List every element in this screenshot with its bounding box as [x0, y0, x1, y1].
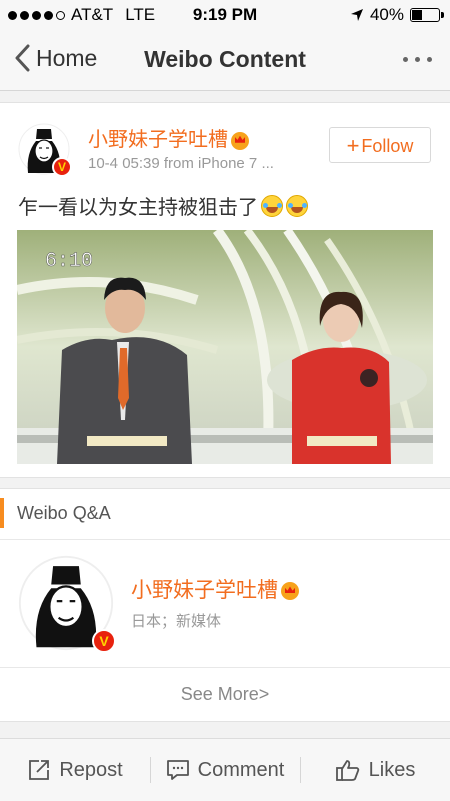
see-more-link[interactable]: See More>: [0, 667, 450, 721]
battery-icon: [410, 8, 444, 22]
laughing-emoji-icon: [286, 195, 308, 217]
status-bar: AT&T LTE 9:19 PM 40%: [0, 0, 450, 30]
laughing-emoji-icon: [261, 195, 283, 217]
qa-user-desc: 日本；新媒体: [131, 613, 222, 630]
qa-accent-bar: [0, 498, 4, 528]
author-name[interactable]: 小野妹子学吐槽: [88, 123, 249, 152]
comment-icon: [166, 760, 189, 780]
comment-label: Comment: [197, 758, 285, 781]
photo-timestamp: 6:10: [45, 250, 93, 273]
repost-icon: [29, 760, 50, 780]
author-name-text: 小野妹子学吐槽: [88, 129, 228, 151]
qa-user-name[interactable]: 小野妹子学吐槽: [131, 574, 299, 604]
crown-badge-icon: [231, 131, 249, 150]
post-text-content: 乍一看以为女主持被狙击了: [18, 197, 258, 219]
qa-header: Weibo Q&A: [0, 489, 450, 540]
post-meta: 10-4 05:39 from iPhone 7 ...: [88, 155, 274, 172]
qa-avatar[interactable]: V: [18, 555, 116, 653]
verified-v-icon: V: [92, 629, 116, 653]
news-studio-image: 6:10: [17, 230, 433, 464]
more-icon[interactable]: [403, 57, 432, 62]
post-card: V 小野妹子学吐槽 10-4 05:39 from iPhone 7 ... +…: [0, 102, 450, 478]
bottom-action-bar: Repost Comment Likes: [0, 738, 450, 801]
likes-button[interactable]: Likes: [300, 739, 450, 801]
nav-bar: Home Weibo Content: [0, 30, 450, 91]
qa-card: Weibo Q&A V 小野妹子学吐槽 日本；新媒体 See More>: [0, 488, 450, 722]
likes-label: Likes: [368, 758, 416, 781]
location-arrow-icon: [350, 9, 363, 21]
thumbs-up-icon: [335, 760, 359, 781]
post-text: 乍一看以为女主持被狙击了: [18, 191, 308, 220]
crown-badge-icon: [281, 582, 299, 601]
battery-percent: 40%: [369, 5, 404, 24]
author-avatar[interactable]: V: [18, 123, 72, 177]
repost-button[interactable]: Repost: [0, 739, 150, 801]
page-title: Weibo Content: [144, 46, 306, 72]
comment-button[interactable]: Comment: [150, 739, 300, 801]
qa-user-name-text: 小野妹子学吐槽: [131, 579, 278, 602]
qa-title: Weibo Q&A: [17, 503, 111, 523]
battery-fill: [412, 10, 422, 20]
status-right: 40%: [350, 5, 444, 25]
post-photo[interactable]: 6:10: [17, 230, 433, 464]
follow-label: Follow: [361, 136, 414, 156]
follow-button[interactable]: + Follow: [329, 127, 431, 163]
repost-label: Repost: [59, 758, 123, 781]
plus-icon: +: [346, 133, 360, 158]
verified-v-icon: V: [52, 157, 72, 177]
